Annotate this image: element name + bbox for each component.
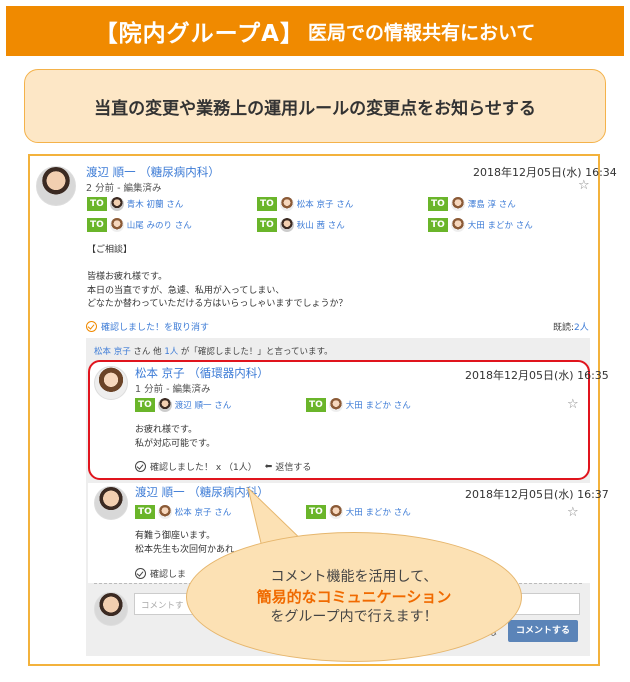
to-badge: TO (428, 218, 448, 232)
to-badge: TO (428, 197, 448, 211)
avatar[interactable] (94, 486, 128, 520)
to-recipient[interactable]: TO 松本 京子 さん (135, 505, 231, 519)
to-recipient[interactable]: TO 大田 まどか さん (306, 398, 411, 412)
read-count[interactable]: 既読: 2人 (553, 320, 589, 333)
comment-edited: 1 分前 - 編集済み (135, 384, 211, 395)
bubble-line-2: 簡易的なコミュニケーション (256, 588, 452, 606)
read-count-value: 2人 (574, 323, 589, 333)
to-badge: TO (87, 197, 107, 211)
recipient-name: 秋山 茜 さん (296, 221, 345, 231)
recipient-name: 大田 まどか さん (467, 221, 533, 231)
comment-body: お疲れ様です。 私が対応可能です。 (135, 425, 216, 449)
banner-title-sub: 医局での情報共有において (307, 21, 536, 44)
bubble-line-3: をグループ内で行えます！ (270, 609, 438, 625)
reply-icon: ⬅ (264, 461, 273, 472)
to-badge: TO (257, 197, 277, 211)
comment-body: 有難う御座います。 松本先生も次回何かあれ (135, 531, 235, 555)
check-circle-icon (135, 568, 146, 579)
confirm-label: 確認しました！ x （1人） (150, 463, 257, 473)
recipient-name: 大田 まどか さん (345, 508, 411, 518)
note-count[interactable]: 1人 (164, 347, 178, 357)
avatar-icon (328, 398, 343, 412)
header-banner: 【院内グループA】 医局での情報共有において (6, 6, 624, 56)
confirm-cancel-button[interactable]: 確認しました！を取り消す (86, 320, 209, 333)
confirm-cancel-label: 確認しました！を取り消す (101, 323, 210, 333)
comment-date: 2018年12月05日(水) 16:37 (465, 488, 609, 501)
avatar-icon (109, 218, 124, 232)
check-circle-icon (135, 461, 146, 472)
confirm-label: 確認しま (150, 570, 187, 580)
avatar-icon (157, 505, 172, 519)
post-date: 2018年12月05日(水) 16:34 (473, 166, 617, 179)
reply-label[interactable]: 返信する (275, 460, 311, 473)
to-recipient[interactable]: TO 渡辺 順一 さん (135, 398, 231, 412)
confirm-note: 松本 京子 さん 他 1人 が「確認しました！」と言っています。 (94, 345, 333, 357)
avatar-icon (109, 197, 124, 211)
avatar-icon (328, 505, 343, 519)
to-badge: TO (87, 218, 107, 232)
comment-author[interactable]: 渡辺 順一 （糖尿病内科） (135, 484, 269, 500)
recipient-name: 大田 まどか さん (345, 401, 411, 411)
banner-title-main: 【院内グループA】 (94, 21, 304, 47)
avatar[interactable] (36, 166, 76, 206)
recipient-name: 山尾 みのり さん (126, 221, 192, 231)
avatar-icon (450, 218, 465, 232)
comment-author[interactable]: 松本 京子 （循環器内科） (135, 365, 269, 381)
comment-date: 2018年12月05日(水) 16:35 (465, 369, 609, 382)
recipient-name: 松本 京子 さん (296, 200, 354, 210)
confirm-button[interactable]: 確認しま (135, 567, 186, 580)
subtitle-box: 当直の変更や業務上の運用ルールの変更点をお知らせする (24, 69, 606, 143)
avatar-icon (157, 398, 172, 412)
to-badge: TO (135, 505, 155, 519)
to-recipient[interactable]: TO 大田 まどか さん (306, 505, 411, 519)
callout-bubble: コメント機能を活用して、 簡易的なコミュニケーション をグループ内で行えます！ (186, 532, 522, 662)
recipient-name: 松本 京子 さん (174, 508, 232, 518)
avatar (94, 592, 128, 626)
to-recipient[interactable]: TO 青木 初蘭 さん (87, 197, 183, 211)
avatar[interactable] (94, 366, 128, 400)
star-icon[interactable]: ☆ (567, 505, 579, 520)
to-recipient[interactable]: TO 秋山 茜 さん (257, 218, 345, 232)
avatar-icon (450, 197, 465, 211)
avatar-icon (279, 218, 294, 232)
post-edited: 2 分前 - 編集済み (86, 183, 162, 194)
star-icon[interactable]: ☆ (567, 397, 579, 412)
post-body: 【ご相談】 皆様お疲れ様です。 本日の当直ですが、急遽、私用が入ってしまい、 ど… (87, 245, 348, 309)
to-recipient[interactable]: TO 大田 まどか さん (428, 218, 533, 232)
note-rest: が「確認しました！」と言っています。 (178, 347, 333, 357)
star-icon[interactable]: ☆ (578, 178, 590, 193)
to-badge: TO (306, 398, 326, 412)
recipient-name: 澤島 淳 さん (467, 200, 516, 210)
recipient-name: 青木 初蘭 さん (126, 200, 184, 210)
to-badge: TO (257, 218, 277, 232)
to-recipient[interactable]: TO 山尾 みのり さん (87, 218, 192, 232)
to-badge: TO (306, 505, 326, 519)
bubble-line-1: コメント機能を活用して、 (270, 569, 438, 585)
confirm-button[interactable]: 確認しました！ x （1人） ⬅ 返信する (135, 460, 311, 473)
to-recipient[interactable]: TO 澤島 淳 さん (428, 197, 516, 211)
check-circle-icon (86, 321, 97, 332)
note-mid: さん 他 (130, 347, 165, 357)
post-author[interactable]: 渡辺 順一 （糖尿病内科） (86, 164, 220, 180)
recipient-name: 渡辺 順一 さん (174, 401, 232, 411)
submit-comment-button[interactable]: コメントする (508, 620, 578, 642)
avatar-icon (279, 197, 294, 211)
note-name[interactable]: 松本 京子 (94, 347, 131, 357)
to-recipient[interactable]: TO 松本 京子 さん (257, 197, 353, 211)
subtitle-text: 当直の変更や業務上の運用ルールの変更点をお知らせする (94, 98, 536, 119)
read-label: 既読: (553, 323, 575, 333)
to-badge: TO (135, 398, 155, 412)
